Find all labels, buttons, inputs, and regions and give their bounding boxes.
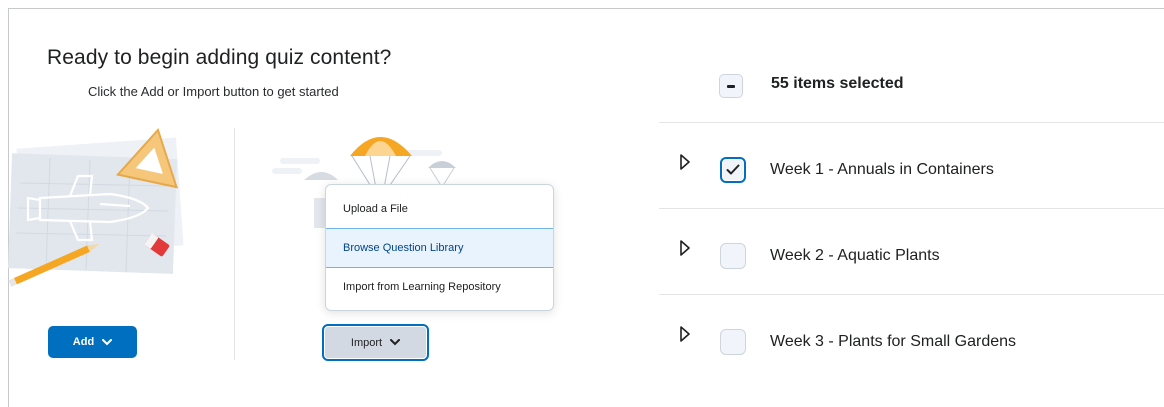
list-item: Week 2 - Aquatic Plants <box>659 210 1164 296</box>
checkmark-icon <box>726 164 740 175</box>
import-button-label: Import <box>350 336 383 349</box>
blueprint-illustration <box>0 128 200 288</box>
chevron-down-icon <box>390 339 401 346</box>
add-button[interactable]: Add <box>48 326 137 358</box>
row-label: Week 2 - Aquatic Plants <box>770 247 940 264</box>
menu-item-browse-question-library[interactable]: Browse Question Library <box>326 228 553 268</box>
chevron-down-icon <box>102 338 113 345</box>
row-label: Week 3 - Plants for Small Gardens <box>770 333 1017 350</box>
selection-count: 55 items selected <box>771 75 904 92</box>
list-item: Week 3 - Plants for Small Gardens <box>659 296 1164 382</box>
triangle-right-icon[interactable] <box>679 326 691 342</box>
add-button-label: Add <box>72 336 95 348</box>
import-dropdown-menu: Upload a File Browse Question Library Im… <box>325 184 554 311</box>
list-item: Week 1 - Annuals in Containers <box>659 124 1164 210</box>
menu-item-import-learning-repository[interactable]: Import from Learning Repository <box>326 267 553 307</box>
triangle-right-icon[interactable] <box>679 240 691 256</box>
import-button[interactable]: Import <box>322 324 429 361</box>
empty-state-title: Ready to begin adding quiz content? <box>47 46 392 69</box>
triangle-right-icon[interactable] <box>679 154 691 170</box>
row-divider <box>659 122 1164 123</box>
row-checkbox[interactable] <box>720 243 746 269</box>
row-checkbox[interactable] <box>720 329 746 355</box>
empty-state-subtitle: Click the Add or Import button to get st… <box>88 84 339 99</box>
select-all-checkbox[interactable] <box>719 74 743 98</box>
panel-divider <box>234 128 235 360</box>
row-checkbox[interactable] <box>720 157 746 183</box>
menu-item-upload-file[interactable]: Upload a File <box>326 189 553 229</box>
row-label: Week 1 - Annuals in Containers <box>770 161 994 178</box>
